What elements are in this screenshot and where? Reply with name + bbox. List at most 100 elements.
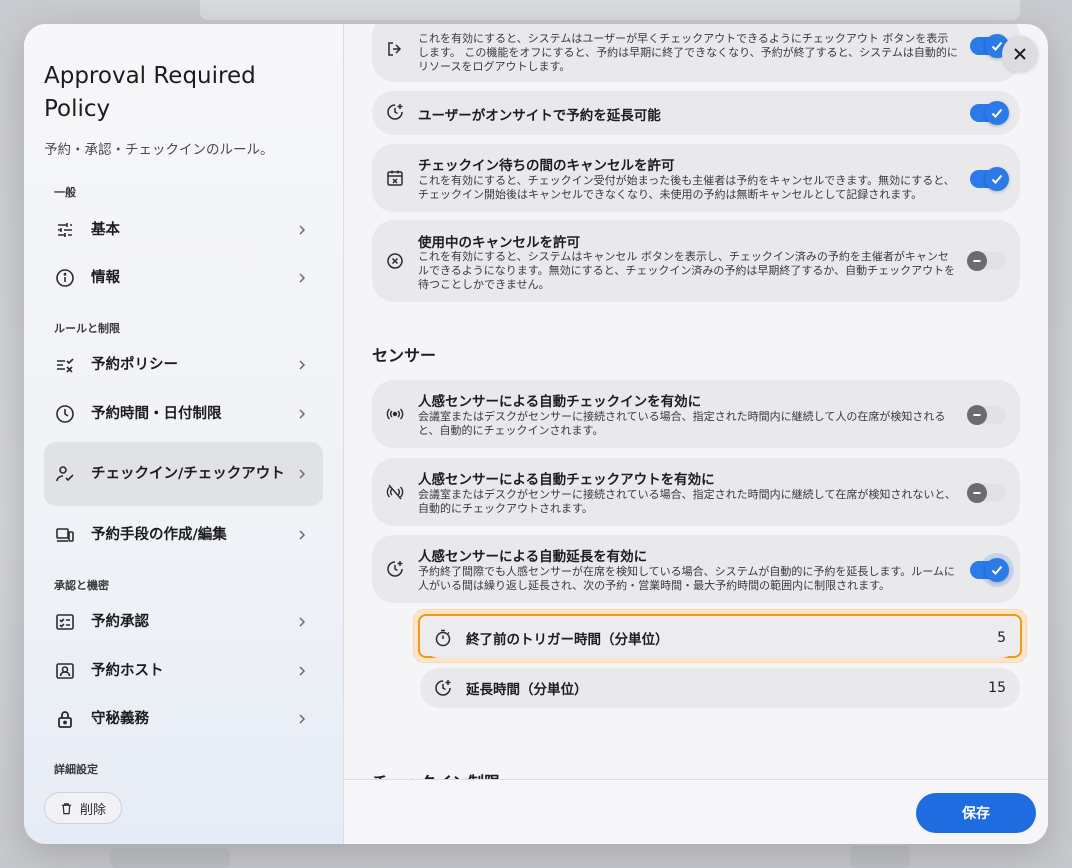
setting-card-sensor-checkin: 人感センサーによる自動チェックインを有効に 会議室またはデスクがセンサーに接続さ… <box>372 380 1020 448</box>
trigger-time-value[interactable]: 5 <box>997 630 1006 646</box>
setting-title: 人感センサーによる自動チェックアウトを有効に <box>418 472 715 488</box>
sidebar-item-booking-methods[interactable]: 予約手段の作成/編集 <box>44 513 323 557</box>
trigger-time-row[interactable]: 終了前のトリガー時間（分単位） 5 <box>420 618 1020 658</box>
sidebar-item-booking-policy[interactable]: 予約ポリシー <box>44 343 323 387</box>
lock-icon <box>54 708 76 730</box>
check-icon <box>991 108 1003 118</box>
chevron-right-icon <box>299 617 306 627</box>
setting-card-sensor-checkout: 人感センサーによる自動チェックアウトを有効に 会議室またはデスクがセンサーに接続… <box>372 458 1020 526</box>
sensor-checkout-toggle[interactable] <box>967 483 1006 503</box>
modal-footer: 保存 <box>344 779 1048 844</box>
section-label-approval: 承認と機密 <box>54 579 109 592</box>
check-icon <box>991 565 1003 575</box>
sidebar-item-label: 予約承認 <box>91 614 149 630</box>
sidebar-item-label: 基本 <box>91 222 120 238</box>
setting-title: ユーザーがオンサイトで予約を延長可能 <box>418 108 661 124</box>
sliders-icon <box>54 219 76 241</box>
chevron-right-icon <box>299 409 306 419</box>
trigger-time-label: 終了前のトリガー時間（分単位） <box>466 632 669 648</box>
cancel-waiting-toggle[interactable] <box>970 167 1009 191</box>
delete-button[interactable]: 削除 <box>44 792 122 824</box>
toggle-knob <box>967 483 987 503</box>
close-button[interactable] <box>1002 36 1038 72</box>
early-checkout-toggle[interactable] <box>970 34 1009 58</box>
policy-modal: Approval Required Policy 予約・承認・チェックインのルー… <box>24 24 1048 844</box>
setting-card-early-checkout: これを有効にすると、システムはユーザーが早くチェックアウトできるようにチェックア… <box>372 24 1020 82</box>
toggle-knob <box>967 405 987 425</box>
devices-icon <box>54 524 76 546</box>
setting-card-cancel-in-use: 使用中のキャンセルを許可 これを有効にすると、システムはキャンセル ボタンを表示… <box>372 220 1020 302</box>
sidebar-item-booking-host[interactable]: 予約ホスト <box>44 649 323 693</box>
calendar-x-icon <box>386 169 406 189</box>
chevron-right-icon <box>299 469 306 479</box>
sensor-off-icon <box>386 483 406 503</box>
clock-icon <box>54 403 76 425</box>
person-check-icon <box>54 463 76 485</box>
sidebar-item-label: 予約ホスト <box>91 663 164 679</box>
backdrop-header <box>200 0 1020 20</box>
toggle-knob <box>967 251 987 271</box>
clock-plus-icon <box>386 103 406 123</box>
setting-title: 使用中のキャンセルを許可 <box>418 235 580 251</box>
minus-icon <box>973 492 981 494</box>
setting-card-sensor-extend: 人感センサーによる自動延長を有効に 予約終了間際でも人感センサーが在席を検知して… <box>372 535 1020 603</box>
stopwatch-icon <box>435 629 451 647</box>
clock-plus-icon <box>435 680 451 696</box>
chevron-right-icon <box>299 360 306 370</box>
backdrop-element <box>850 846 910 868</box>
delete-label: 削除 <box>79 802 106 818</box>
toggle-knob <box>985 167 1009 191</box>
setting-card-cancel-waiting: チェックイン待ちの間のキャンセルを許可 これを有効にすると、チェックイン受付が始… <box>372 144 1020 212</box>
sensor-extend-toggle[interactable] <box>970 558 1009 582</box>
settings-content[interactable]: これを有効にすると、システムはユーザーが早くチェックアウトできるようにチェックア… <box>344 24 1048 779</box>
minus-icon <box>973 414 981 416</box>
section-label-rules: ルールと制限 <box>54 322 120 335</box>
host-card-icon <box>54 660 76 682</box>
checklist-icon <box>54 611 76 633</box>
sidebar-item-label: 予約手段の作成/編集 <box>91 527 227 543</box>
sidebar-item-label: 守秘義務 <box>91 711 149 727</box>
extension-time-label: 延長時間（分単位） <box>466 682 588 698</box>
section-heading-checkin-limits: チェックイン制限 <box>372 769 500 779</box>
sidebar-item-booking-approval[interactable]: 予約承認 <box>44 600 323 644</box>
sidebar-item-time-limits[interactable]: 予約時間・日付制限 <box>44 392 323 436</box>
sidebar-item-basic[interactable]: 基本 <box>44 208 323 252</box>
chevron-right-icon <box>299 530 306 540</box>
logout-icon <box>386 40 406 60</box>
save-button[interactable]: 保存 <box>916 793 1036 833</box>
list-check-icon <box>54 354 76 376</box>
sidebar-item-label: 情報 <box>91 270 120 286</box>
section-label-advanced: 詳細設定 <box>54 763 98 776</box>
section-heading-sensor: センサー <box>372 346 437 365</box>
sidebar-item-confidentiality[interactable]: 守秘義務 <box>44 697 323 741</box>
minus-icon <box>973 260 981 262</box>
chevron-right-icon <box>299 225 306 235</box>
extension-time-value[interactable]: 15 <box>988 680 1006 696</box>
chevron-right-icon <box>299 273 306 283</box>
circle-x-icon <box>386 252 406 272</box>
setting-title: 人感センサーによる自動チェックインを有効に <box>418 394 702 410</box>
chevron-right-icon <box>299 666 306 676</box>
setting-description: これを有効にすると、システムはキャンセル ボタンを表示し、チェックイン済みの予約… <box>418 250 956 291</box>
sensor-icon <box>386 405 406 425</box>
policy-title: Approval Required Policy <box>44 63 256 122</box>
sidebar-item-label: 予約時間・日付制限 <box>91 406 222 422</box>
policy-subtitle: 予約・承認・チェックインのルール。 <box>44 142 274 158</box>
setting-description: これを有効にすると、チェックイン受付が始まった後も主催者は予約をキャンセルできま… <box>418 174 955 201</box>
chevron-right-icon <box>299 714 306 724</box>
sidebar-item-checkin-checkout[interactable]: チェックイン/チェックアウト <box>44 442 323 506</box>
cancel-in-use-toggle[interactable] <box>967 251 1006 271</box>
section-label-general: 一般 <box>54 186 76 199</box>
onsite-extend-toggle[interactable] <box>970 101 1009 125</box>
setting-description: 予約終了間際でも人感センサーが在席を検知している場合、システムが自動的に予約を延… <box>418 565 955 592</box>
sidebar: Approval Required Policy 予約・承認・チェックインのルー… <box>24 24 344 844</box>
setting-title: 人感センサーによる自動延長を有効に <box>418 549 648 565</box>
check-icon <box>991 174 1003 184</box>
sidebar-item-label: 予約ポリシー <box>91 357 178 373</box>
sensor-checkin-toggle[interactable] <box>967 405 1006 425</box>
toggle-knob <box>985 101 1009 125</box>
extension-time-row[interactable]: 延長時間（分単位） 15 <box>420 668 1020 708</box>
setting-description: これを有効にすると、システムはユーザーが早くチェックアウトできるようにチェックア… <box>418 32 958 73</box>
sidebar-item-info[interactable]: 情報 <box>44 256 323 300</box>
toggle-knob <box>985 558 1009 582</box>
